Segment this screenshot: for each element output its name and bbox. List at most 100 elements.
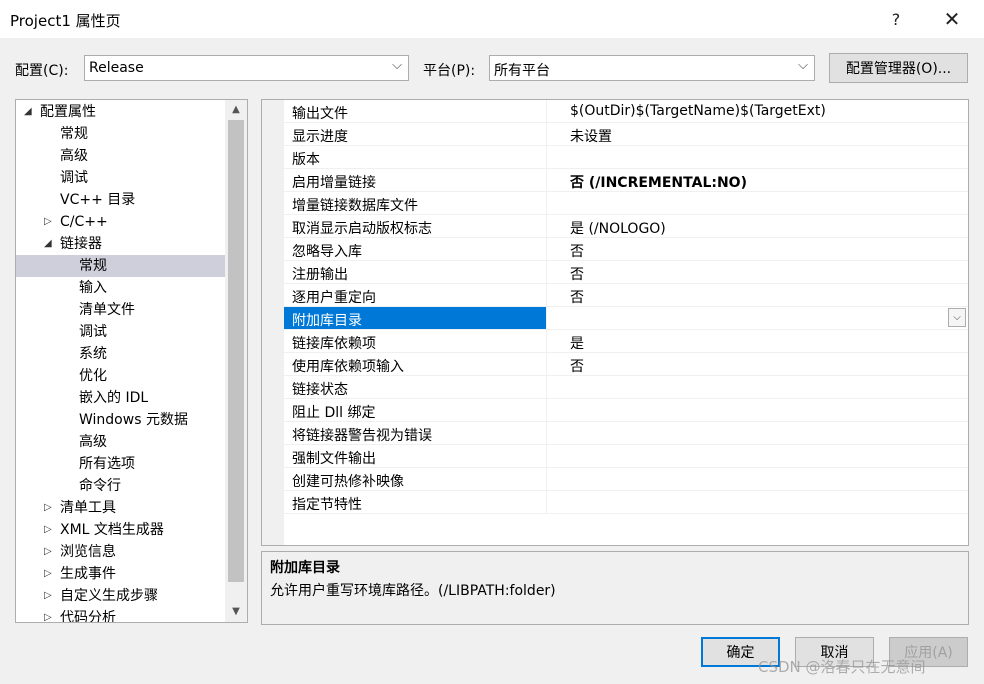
- tree-item-label: 高级: [60, 148, 88, 164]
- config-dropdown[interactable]: Release ⌵: [84, 55, 409, 81]
- property-name: 指定节特性: [292, 497, 362, 513]
- tree-item[interactable]: ▷ 生成事件: [16, 563, 225, 585]
- property-row[interactable]: 注册输出 否: [284, 261, 968, 284]
- tree-item[interactable]: ▷ 清单工具: [16, 497, 225, 519]
- property-value[interactable]: 否: [570, 241, 584, 261]
- property-row[interactable]: 创建可热修补映像: [284, 468, 968, 491]
- property-row[interactable]: 链接库依赖项 是: [284, 330, 968, 353]
- property-row[interactable]: 强制文件输出: [284, 445, 968, 468]
- tree-item[interactable]: 输入: [16, 277, 225, 299]
- property-row[interactable]: 使用库依赖项输入 否: [284, 353, 968, 376]
- property-name: 使用库依赖项输入: [292, 359, 404, 375]
- property-name: 逐用户重定向: [292, 290, 376, 306]
- scroll-up-icon[interactable]: ▲: [225, 100, 247, 120]
- collapse-icon[interactable]: ◢: [24, 101, 32, 123]
- tree-item-label: 清单工具: [60, 500, 116, 516]
- property-name: 取消显示启动版权标志: [292, 221, 432, 237]
- property-row[interactable]: 增量链接数据库文件: [284, 192, 968, 215]
- tree-item-label: XML 文档生成器: [60, 522, 164, 538]
- property-row[interactable]: 链接状态: [284, 376, 968, 399]
- tree-item-label: 嵌入的 IDL: [79, 390, 149, 406]
- tree-item[interactable]: ▷ 浏览信息: [16, 541, 225, 563]
- property-value[interactable]: $(OutDir)$(TargetName)$(TargetExt): [570, 103, 826, 119]
- collapse-icon[interactable]: ◢: [44, 233, 52, 255]
- property-value[interactable]: 未设置: [570, 126, 612, 146]
- property-name: 链接库依赖项: [292, 336, 376, 352]
- tree-item[interactable]: 常规: [16, 123, 225, 145]
- chevron-down-icon: ⌵: [798, 58, 808, 73]
- property-row[interactable]: 附加库目录 ⌵: [284, 307, 968, 330]
- property-value[interactable]: 否: [570, 287, 584, 307]
- expand-icon[interactable]: ▷: [44, 563, 52, 585]
- tree-item[interactable]: 常规: [16, 255, 225, 277]
- property-name: 链接状态: [292, 382, 348, 398]
- property-value[interactable]: 否: [570, 264, 584, 284]
- property-row[interactable]: 启用增量链接 否 (/INCREMENTAL:NO): [284, 169, 968, 192]
- column-divider: [546, 330, 547, 352]
- property-grid: 输出文件 $(OutDir)$(TargetName)$(TargetExt) 显示…: [261, 99, 969, 546]
- property-name: 启用增量链接: [292, 175, 376, 191]
- property-row[interactable]: 输出文件 $(OutDir)$(TargetName)$(TargetExt): [284, 100, 968, 123]
- tree-item-label: 配置属性: [40, 104, 96, 120]
- scroll-thumb[interactable]: [228, 120, 244, 582]
- tree-item-label: 所有选项: [79, 456, 135, 472]
- help-button[interactable]: ?: [876, 4, 916, 34]
- tree-item-label: 链接器: [60, 236, 102, 252]
- column-divider: [546, 284, 547, 306]
- property-row[interactable]: 指定节特性: [284, 491, 968, 514]
- tree-item-label: 优化: [79, 368, 107, 384]
- column-divider: [546, 468, 547, 490]
- property-row[interactable]: 显示进度 未设置: [284, 123, 968, 146]
- property-row[interactable]: 将链接器警告视为错误: [284, 422, 968, 445]
- property-value[interactable]: 否: [570, 356, 584, 376]
- tree-item[interactable]: ◢ 链接器: [16, 233, 225, 255]
- column-divider: [546, 261, 547, 283]
- expand-icon[interactable]: ▷: [44, 211, 52, 233]
- tree-scrollbar[interactable]: ▲ ▼: [225, 100, 247, 622]
- tree-item[interactable]: 高级: [16, 145, 225, 167]
- scroll-down-icon[interactable]: ▼: [225, 602, 247, 622]
- tree-item[interactable]: ▷ C/C++: [16, 211, 225, 233]
- tree-item[interactable]: ▷ XML 文档生成器: [16, 519, 225, 541]
- property-row[interactable]: 阻止 Dll 绑定: [284, 399, 968, 422]
- property-row[interactable]: 取消显示启动版权标志 是 (/NOLOGO): [284, 215, 968, 238]
- tree-item[interactable]: ▷ 代码分析: [16, 607, 225, 622]
- tree-item[interactable]: 所有选项: [16, 453, 225, 475]
- property-value[interactable]: 是: [570, 333, 584, 353]
- platform-label: 平台(P):: [423, 63, 476, 79]
- config-value: Release: [89, 60, 144, 76]
- tree-item[interactable]: 优化: [16, 365, 225, 387]
- tree-item[interactable]: 系统: [16, 343, 225, 365]
- tree-item[interactable]: VC++ 目录: [16, 189, 225, 211]
- column-divider: [546, 169, 547, 191]
- tree-item[interactable]: ◢ 配置属性: [16, 101, 225, 123]
- property-row[interactable]: 逐用户重定向 否: [284, 284, 968, 307]
- config-manager-button[interactable]: 配置管理器(O)...: [829, 53, 968, 83]
- tree-item[interactable]: ▷ 自定义生成步骤: [16, 585, 225, 607]
- column-divider: [546, 445, 547, 467]
- property-row[interactable]: 版本: [284, 146, 968, 169]
- tree-item[interactable]: 嵌入的 IDL: [16, 387, 225, 409]
- close-button[interactable]: ✕: [932, 4, 972, 34]
- expand-icon[interactable]: ▷: [44, 497, 52, 519]
- tree-item[interactable]: 调试: [16, 167, 225, 189]
- platform-dropdown[interactable]: 所有平台 ⌵: [489, 55, 815, 81]
- tree-item[interactable]: Windows 元数据: [16, 409, 225, 431]
- grid-gutter: [262, 100, 284, 545]
- property-name: 阻止 Dll 绑定: [292, 405, 376, 421]
- property-row[interactable]: 忽略导入库 否: [284, 238, 968, 261]
- property-value[interactable]: 否 (/INCREMENTAL:NO): [570, 172, 747, 192]
- tree-item[interactable]: 命令行: [16, 475, 225, 497]
- tree-item-label: 生成事件: [60, 566, 116, 582]
- expand-icon[interactable]: ▷: [44, 585, 52, 607]
- tree-item[interactable]: 清单文件: [16, 299, 225, 321]
- column-divider: [546, 238, 547, 260]
- expand-icon[interactable]: ▷: [44, 607, 52, 622]
- tree-item[interactable]: 高级: [16, 431, 225, 453]
- chevron-down-icon[interactable]: ⌵: [948, 308, 966, 327]
- tree-item[interactable]: 调试: [16, 321, 225, 343]
- property-name: 增量链接数据库文件: [292, 198, 418, 214]
- expand-icon[interactable]: ▷: [44, 519, 52, 541]
- expand-icon[interactable]: ▷: [44, 541, 52, 563]
- property-value[interactable]: 是 (/NOLOGO): [570, 218, 666, 238]
